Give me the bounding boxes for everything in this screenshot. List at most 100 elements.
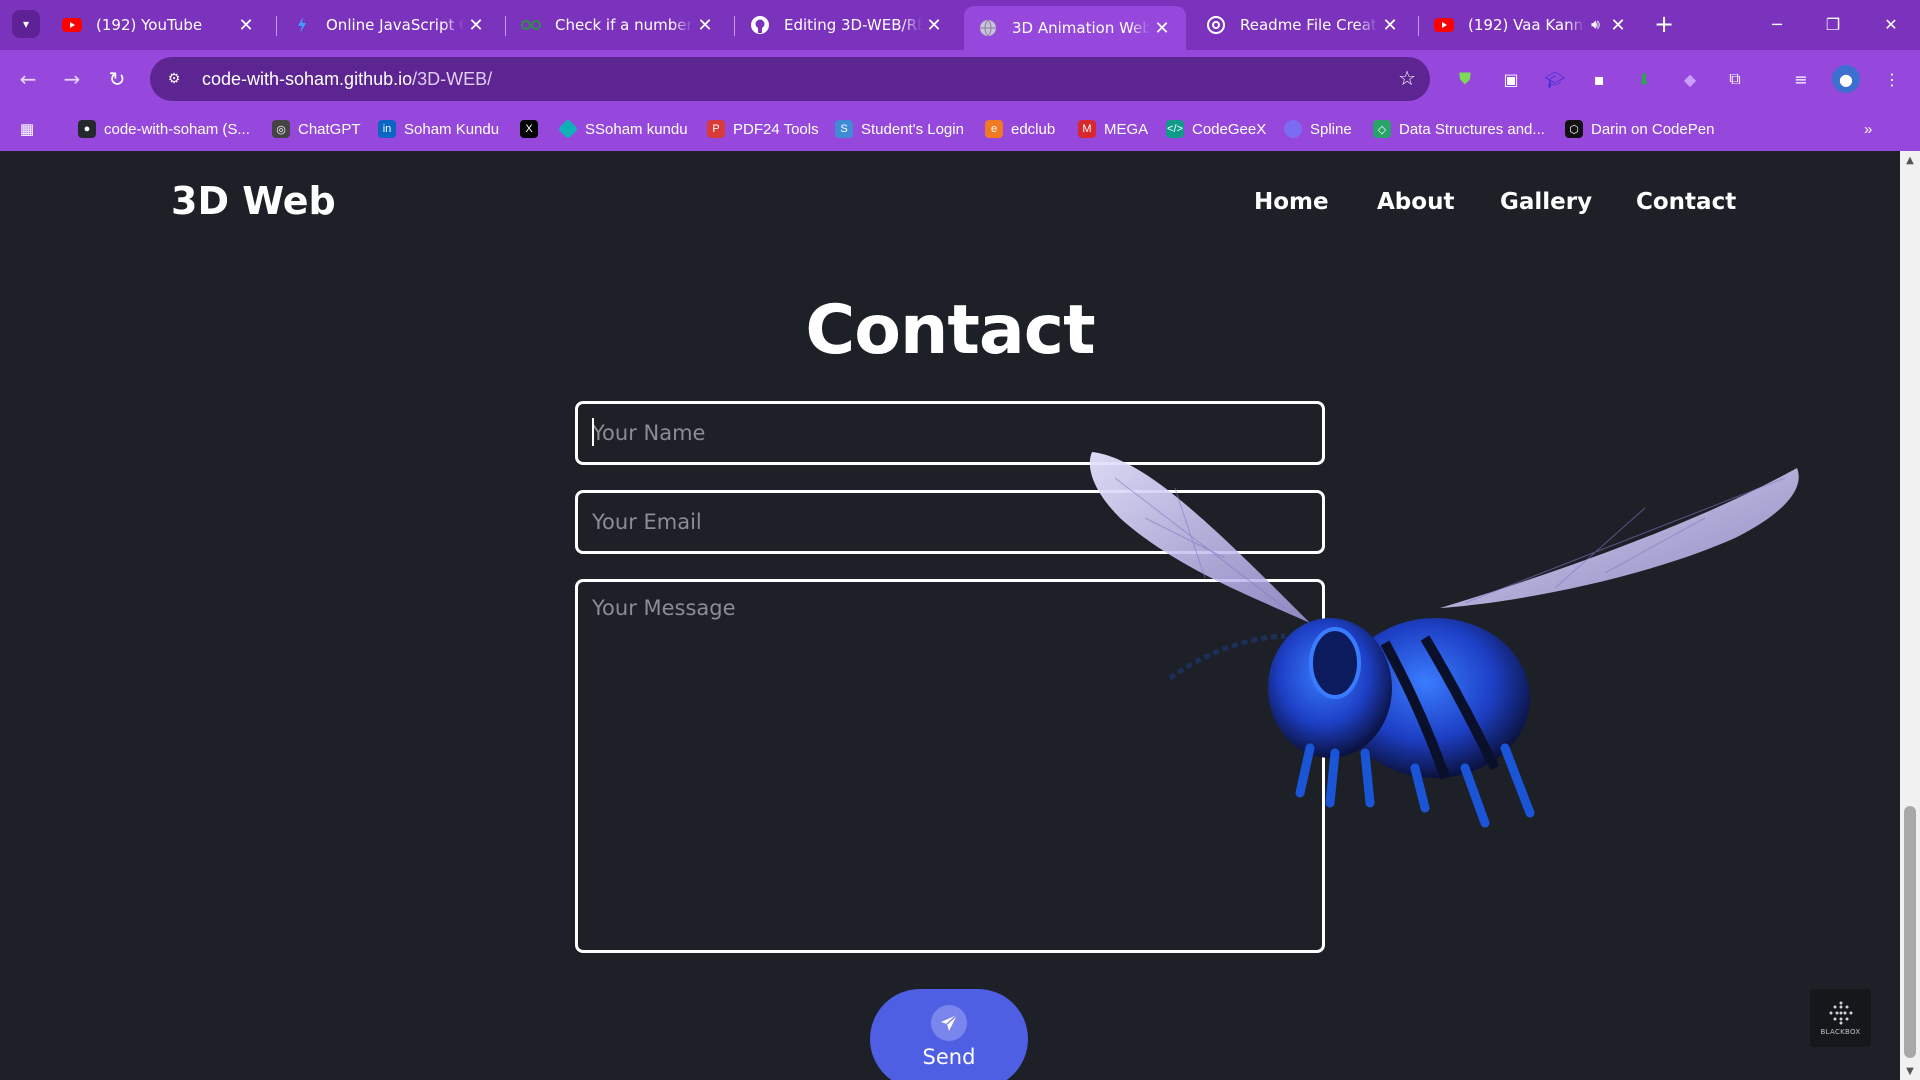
address-url[interactable]: code-with-soham.github.io/3D-WEB/ — [202, 69, 492, 90]
toolbar: ← → ↻ ⚙ code-with-soham.github.io/3D-WEB… — [0, 50, 1920, 108]
terminal-icon[interactable]: ▪ — [1585, 65, 1613, 93]
reload-button[interactable]: ↻ — [101, 63, 133, 95]
globe-icon — [978, 18, 998, 38]
bookmark-edclub[interactable]: e edclub — [985, 117, 1055, 141]
screen-extension-icon[interactable]: ▣ — [1497, 65, 1525, 93]
site-info-icon[interactable]: ⚙ — [160, 65, 188, 93]
diamond-icon — [557, 118, 579, 140]
download-arrow-icon[interactable]: ⬇ — [1630, 65, 1658, 93]
bookmark-star-icon[interactable]: ☆ — [1398, 66, 1416, 90]
tab-title: Readme File Creation — [1240, 16, 1378, 34]
speaker-icon[interactable]: 🔊︎ — [1591, 17, 1600, 33]
github-icon: ● — [78, 120, 96, 138]
github-icon — [750, 15, 770, 35]
bee-abdomen — [1340, 618, 1530, 778]
bookmark-linkedin[interactable]: in Soham Kundu — [378, 117, 499, 141]
codegeex-icon: </> — [1166, 120, 1184, 138]
paper-plane-icon — [931, 1005, 967, 1041]
blackbox-widget[interactable]: BLACKBOX — [1810, 989, 1871, 1047]
tab-youtube[interactable]: (192) YouTube ✕ — [48, 6, 270, 44]
message-field[interactable] — [575, 579, 1325, 953]
gfg-icon — [521, 15, 541, 35]
tab-check-number[interactable]: Check if a number is ✕ — [507, 6, 729, 44]
code-icon — [292, 15, 312, 35]
text-caret — [592, 418, 594, 446]
avatar[interactable]: ● — [1832, 65, 1860, 93]
bookmark-mega[interactable]: M MEGA — [1078, 117, 1148, 141]
youtube-icon — [62, 15, 82, 35]
scroll-down-arrow[interactable]: ▼ — [1900, 1062, 1920, 1080]
apps-icon[interactable]: ▦ — [20, 117, 34, 141]
dots-grid-icon — [1829, 1001, 1852, 1025]
bookmark-github[interactable]: ● code-with-soham (S... — [78, 117, 250, 141]
bookmark-spline[interactable]: Spline — [1284, 117, 1352, 141]
minimize-button[interactable]: ─ — [1754, 8, 1800, 40]
bookmark-dsa[interactable]: ◇ Data Structures and... — [1373, 117, 1545, 141]
restore-button[interactable]: ❐ — [1810, 8, 1856, 40]
badge-label: BLACKBOX — [1820, 1028, 1861, 1036]
tab-3d-animation-active[interactable]: 3D Animation Websit ✕ — [964, 6, 1186, 50]
page-title: Contact — [805, 291, 1095, 370]
tab-youtube-audio[interactable]: (192) Vaa Kannan 🔊︎ ✕ — [1420, 6, 1642, 44]
tab-title: Check if a number is — [555, 16, 693, 34]
shield-icon[interactable]: ⛊ — [1451, 65, 1479, 93]
close-icon[interactable]: ✕ — [693, 13, 717, 37]
bookmark-x[interactable]: X — [520, 117, 546, 141]
page-scrollbar[interactable]: ▲ ▼ — [1900, 151, 1920, 1080]
name-field[interactable] — [575, 401, 1325, 465]
puzzle-icon[interactable]: ⧉ — [1721, 65, 1749, 93]
gem-icon[interactable]: ◆ — [1676, 65, 1704, 93]
close-icon[interactable]: ✕ — [922, 13, 946, 37]
scroll-up-arrow[interactable]: ▲ — [1900, 151, 1920, 169]
menu-icon[interactable]: ⋮ — [1878, 65, 1906, 93]
openai-icon: ◎ — [272, 120, 290, 138]
bookmark-codepen[interactable]: ⬡ Darin on CodePen — [1565, 117, 1714, 141]
new-tab-button[interactable]: + — [1650, 10, 1678, 38]
edclub-icon: e — [985, 120, 1003, 138]
bookmark-student-login[interactable]: S Student's Login — [835, 117, 964, 141]
close-icon[interactable]: ✕ — [234, 13, 258, 37]
back-button[interactable]: ← — [12, 63, 44, 95]
linkedin-icon: in — [378, 120, 396, 138]
nav-about[interactable]: About — [1377, 189, 1454, 215]
right-wing — [1440, 468, 1799, 608]
tab-online-js[interactable]: Online JavaScript Co ✕ — [278, 6, 500, 44]
tab-title: Online JavaScript Co — [326, 16, 464, 34]
media-controls-icon[interactable]: ≡ — [1787, 65, 1815, 93]
browser-chrome: ▾ (192) YouTube ✕ Online JavaScript Co ✕… — [0, 0, 1920, 151]
tab-editing-readme[interactable]: Editing 3D-WEB/REA ✕ — [736, 6, 958, 44]
send-button[interactable]: Send — [870, 989, 1028, 1080]
nav-contact[interactable]: Contact — [1636, 189, 1736, 215]
tab-search-button[interactable]: ▾ — [12, 10, 40, 38]
tab-readme-creation[interactable]: Readme File Creation ✕ — [1192, 6, 1414, 44]
site-logo[interactable]: 3D Web — [171, 179, 336, 223]
bookmark-ssoham[interactable]: SSoham kundu — [557, 117, 688, 141]
close-icon[interactable]: ✕ — [1606, 13, 1630, 37]
tab-title: 3D Animation Websit — [1012, 19, 1150, 37]
nav-gallery[interactable]: Gallery — [1500, 189, 1592, 215]
scrollbar-thumb[interactable] — [1904, 806, 1916, 1058]
bookmark-codegeex[interactable]: </> CodeGeeX — [1166, 117, 1266, 141]
codepen-icon: ⬡ — [1565, 120, 1583, 138]
x-icon: X — [520, 120, 538, 138]
close-icon[interactable]: ✕ — [1378, 13, 1402, 37]
more-bookmarks-icon[interactable]: » — [1864, 117, 1872, 141]
nav-home[interactable]: Home — [1254, 189, 1329, 215]
bee-legs — [1295, 743, 1535, 828]
send-label: Send — [922, 1045, 976, 1069]
address-bar[interactable]: ⚙ code-with-soham.github.io/3D-WEB/ ☆ — [150, 57, 1430, 101]
bookmark-pdf24[interactable]: P PDF24 Tools — [707, 117, 819, 141]
login-icon: S — [835, 120, 853, 138]
close-window-button[interactable]: ✕ — [1868, 8, 1914, 40]
graduation-cap-icon[interactable]: 🎓︎ — [1541, 65, 1569, 93]
email-field[interactable] — [575, 490, 1325, 554]
forward-button[interactable]: → — [56, 63, 88, 95]
close-icon[interactable]: ✕ — [464, 13, 488, 37]
bookmarks-bar: ▦ ● code-with-soham (S... ◎ ChatGPT in Soha… — [0, 108, 1920, 151]
close-icon[interactable]: ✕ — [1150, 16, 1174, 40]
tab-title: (192) Vaa Kannan — [1468, 16, 1585, 34]
mega-icon: M — [1078, 120, 1096, 138]
bookmark-chatgpt[interactable]: ◎ ChatGPT — [272, 117, 361, 141]
spline-icon — [1284, 120, 1302, 138]
tab-strip: ▾ (192) YouTube ✕ Online JavaScript Co ✕… — [0, 0, 1920, 50]
